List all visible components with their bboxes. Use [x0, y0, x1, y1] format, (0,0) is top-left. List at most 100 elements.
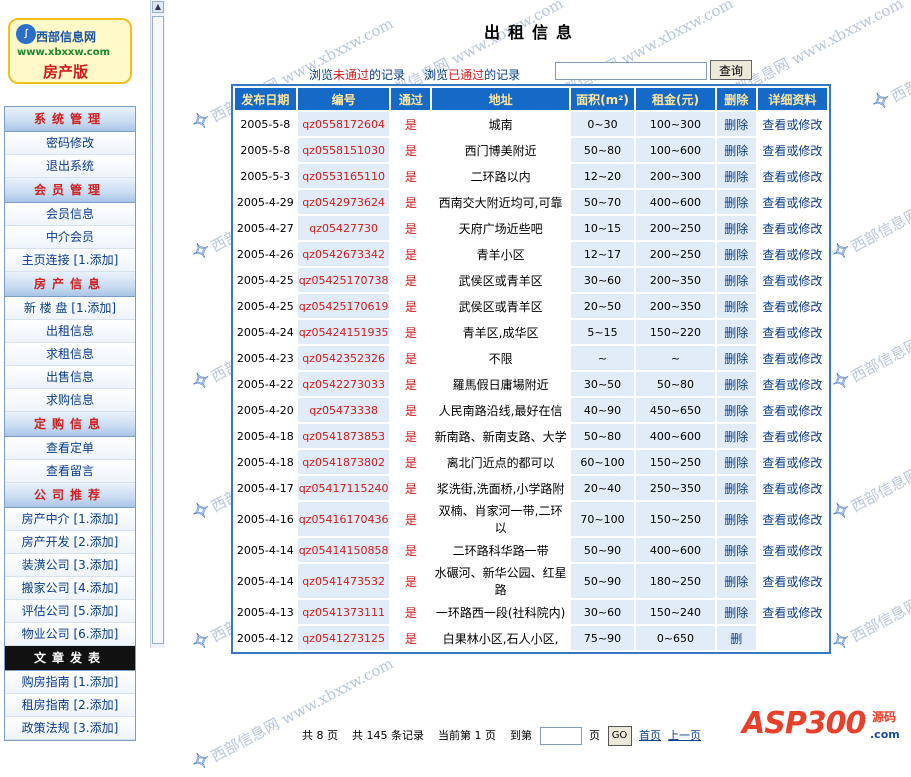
column-header: 删除 [716, 88, 756, 110]
search-button[interactable]: 查询 [710, 60, 752, 80]
delete-link[interactable]: 删除 [716, 138, 756, 162]
prev-page-link[interactable]: 上一页 [668, 729, 701, 742]
delete-link[interactable]: 删除 [716, 424, 756, 448]
address-cell: 水碾河、新华公园、红星路 [432, 564, 569, 598]
delete-link[interactable]: 删除 [716, 190, 756, 214]
passed-cell: 是 [391, 502, 431, 536]
watermark-tile: ✧西部信息网 www.xbxxw.com [827, 534, 911, 658]
menu-item[interactable]: 中介会员 [5, 226, 135, 249]
code-cell: qz0541273125 [297, 626, 390, 650]
menu-item[interactable]: 搬家公司 [4.添加] [5, 577, 135, 600]
detail-link[interactable] [757, 626, 827, 650]
code-cell: qz05414150858 [297, 538, 390, 562]
detail-link[interactable]: 查看或修改 [757, 476, 827, 500]
detail-link[interactable]: 查看或修改 [757, 600, 827, 624]
date-cell: 2005-4-25 [235, 294, 296, 318]
search-input[interactable] [555, 62, 707, 80]
menu-item[interactable]: 政策法规 [3.添加] [5, 717, 135, 740]
delete-link[interactable]: 删除 [716, 564, 756, 598]
detail-link[interactable]: 查看或修改 [757, 346, 827, 370]
delete-link[interactable]: 删除 [716, 346, 756, 370]
rent-cell: 100~600 [636, 138, 715, 162]
delete-link[interactable]: 删除 [716, 372, 756, 396]
menu-item[interactable]: 房产开发 [2.添加] [5, 531, 135, 554]
menu-item[interactable]: 房产中介 [1.添加] [5, 508, 135, 531]
menu-item[interactable]: 评估公司 [5.添加] [5, 600, 135, 623]
logo-line2: www.xbxxw.com [17, 47, 110, 58]
delete-link[interactable]: 删除 [716, 216, 756, 240]
address-cell: 人民南路沿线,最好在信 [432, 398, 569, 422]
detail-link[interactable]: 查看或修改 [757, 164, 827, 188]
menu-item[interactable]: 购房指南 [1.添加] [5, 671, 135, 694]
go-button[interactable]: GO [607, 726, 632, 746]
passed-cell: 是 [391, 320, 431, 344]
delete-link[interactable]: 删除 [716, 320, 756, 344]
detail-link[interactable]: 查看或修改 [757, 372, 827, 396]
delete-link[interactable]: 删除 [716, 538, 756, 562]
detail-link[interactable]: 查看或修改 [757, 190, 827, 214]
scroll-up-icon[interactable]: ▲ [152, 1, 164, 13]
detail-link[interactable]: 查看或修改 [757, 564, 827, 598]
column-header: 发布日期 [235, 88, 296, 110]
column-header: 通过 [391, 88, 431, 110]
delete-link[interactable]: 删除 [716, 502, 756, 536]
menu-item[interactable]: 查看定单 [5, 437, 135, 460]
code-cell: qz0542273033 [297, 372, 390, 396]
menu-item[interactable]: 主页连接 [1.添加] [5, 249, 135, 272]
asp300-watermark: ASP300 源码 .com [740, 700, 911, 751]
delete-link[interactable]: 删除 [716, 242, 756, 266]
delete-link[interactable]: 删除 [716, 476, 756, 500]
date-cell: 2005-4-23 [235, 346, 296, 370]
logo-line3: 房产版 [43, 63, 89, 81]
detail-link[interactable]: 查看或修改 [757, 450, 827, 474]
scroll-thumb[interactable] [152, 16, 164, 644]
delete-link[interactable]: 删 [716, 626, 756, 650]
menu-item[interactable]: 会员信息 [5, 203, 135, 226]
detail-link[interactable]: 查看或修改 [757, 294, 827, 318]
page-number-input[interactable] [539, 727, 582, 745]
code-cell: qz0542352326 [297, 346, 390, 370]
detail-link[interactable]: 查看或修改 [757, 138, 827, 162]
code-cell: qz0541473532 [297, 564, 390, 598]
detail-link[interactable]: 查看或修改 [757, 538, 827, 562]
detail-link[interactable]: 查看或修改 [757, 398, 827, 422]
code-cell: qz0542973624 [297, 190, 390, 214]
delete-link[interactable]: 删除 [716, 600, 756, 624]
detail-link[interactable]: 查看或修改 [757, 268, 827, 292]
detail-link[interactable]: 查看或修改 [757, 502, 827, 536]
menu-item[interactable]: 查看留言 [5, 460, 135, 483]
delete-link[interactable]: 删除 [716, 268, 756, 292]
browse-unpassed-link[interactable]: 浏览未通过的记录 [309, 68, 405, 82]
menu-item[interactable]: 出租信息 [5, 320, 135, 343]
detail-link[interactable]: 查看或修改 [757, 242, 827, 266]
menu-item[interactable]: 密码修改 [5, 132, 135, 155]
browse-passed-link[interactable]: 浏览已通过的记录 [424, 68, 520, 82]
delete-link[interactable]: 删除 [716, 294, 756, 318]
first-page-link[interactable]: 首页 [639, 729, 661, 742]
delete-link[interactable]: 删除 [716, 450, 756, 474]
code-cell: qz05425170619 [297, 294, 390, 318]
address-cell: 浆洗街,洗面桥,小学路附 [432, 476, 569, 500]
table-header-row: 发布日期 编号 通过 地址 面积(m²) 租金(元) 删除 详细资料 [235, 88, 827, 110]
detail-link[interactable]: 查看或修改 [757, 112, 827, 136]
date-cell: 2005-4-14 [235, 564, 296, 598]
menu-item[interactable]: 求租信息 [5, 343, 135, 366]
detail-link[interactable]: 查看或修改 [757, 216, 827, 240]
area-cell: 12~17 [570, 242, 635, 266]
brand-main: ASP300 [742, 706, 866, 741]
rent-cell: 150~250 [636, 502, 715, 536]
menu-item[interactable]: 新 楼 盘 [1.添加] [5, 297, 135, 320]
menu-item[interactable]: 出售信息 [5, 366, 135, 389]
delete-link[interactable]: 删除 [716, 398, 756, 422]
left-scrollbar[interactable]: ▲ [150, 0, 165, 648]
menu-item[interactable]: 求购信息 [5, 389, 135, 412]
delete-link[interactable]: 删除 [716, 112, 756, 136]
passed-cell: 是 [391, 372, 431, 396]
menu-item[interactable]: 退出系统 [5, 155, 135, 178]
delete-link[interactable]: 删除 [716, 164, 756, 188]
menu-item[interactable]: 租房指南 [2.添加] [5, 694, 135, 717]
detail-link[interactable]: 查看或修改 [757, 320, 827, 344]
menu-item[interactable]: 装潢公司 [3.添加] [5, 554, 135, 577]
menu-item[interactable]: 物业公司 [6.添加] [5, 623, 135, 646]
detail-link[interactable]: 查看或修改 [757, 424, 827, 448]
